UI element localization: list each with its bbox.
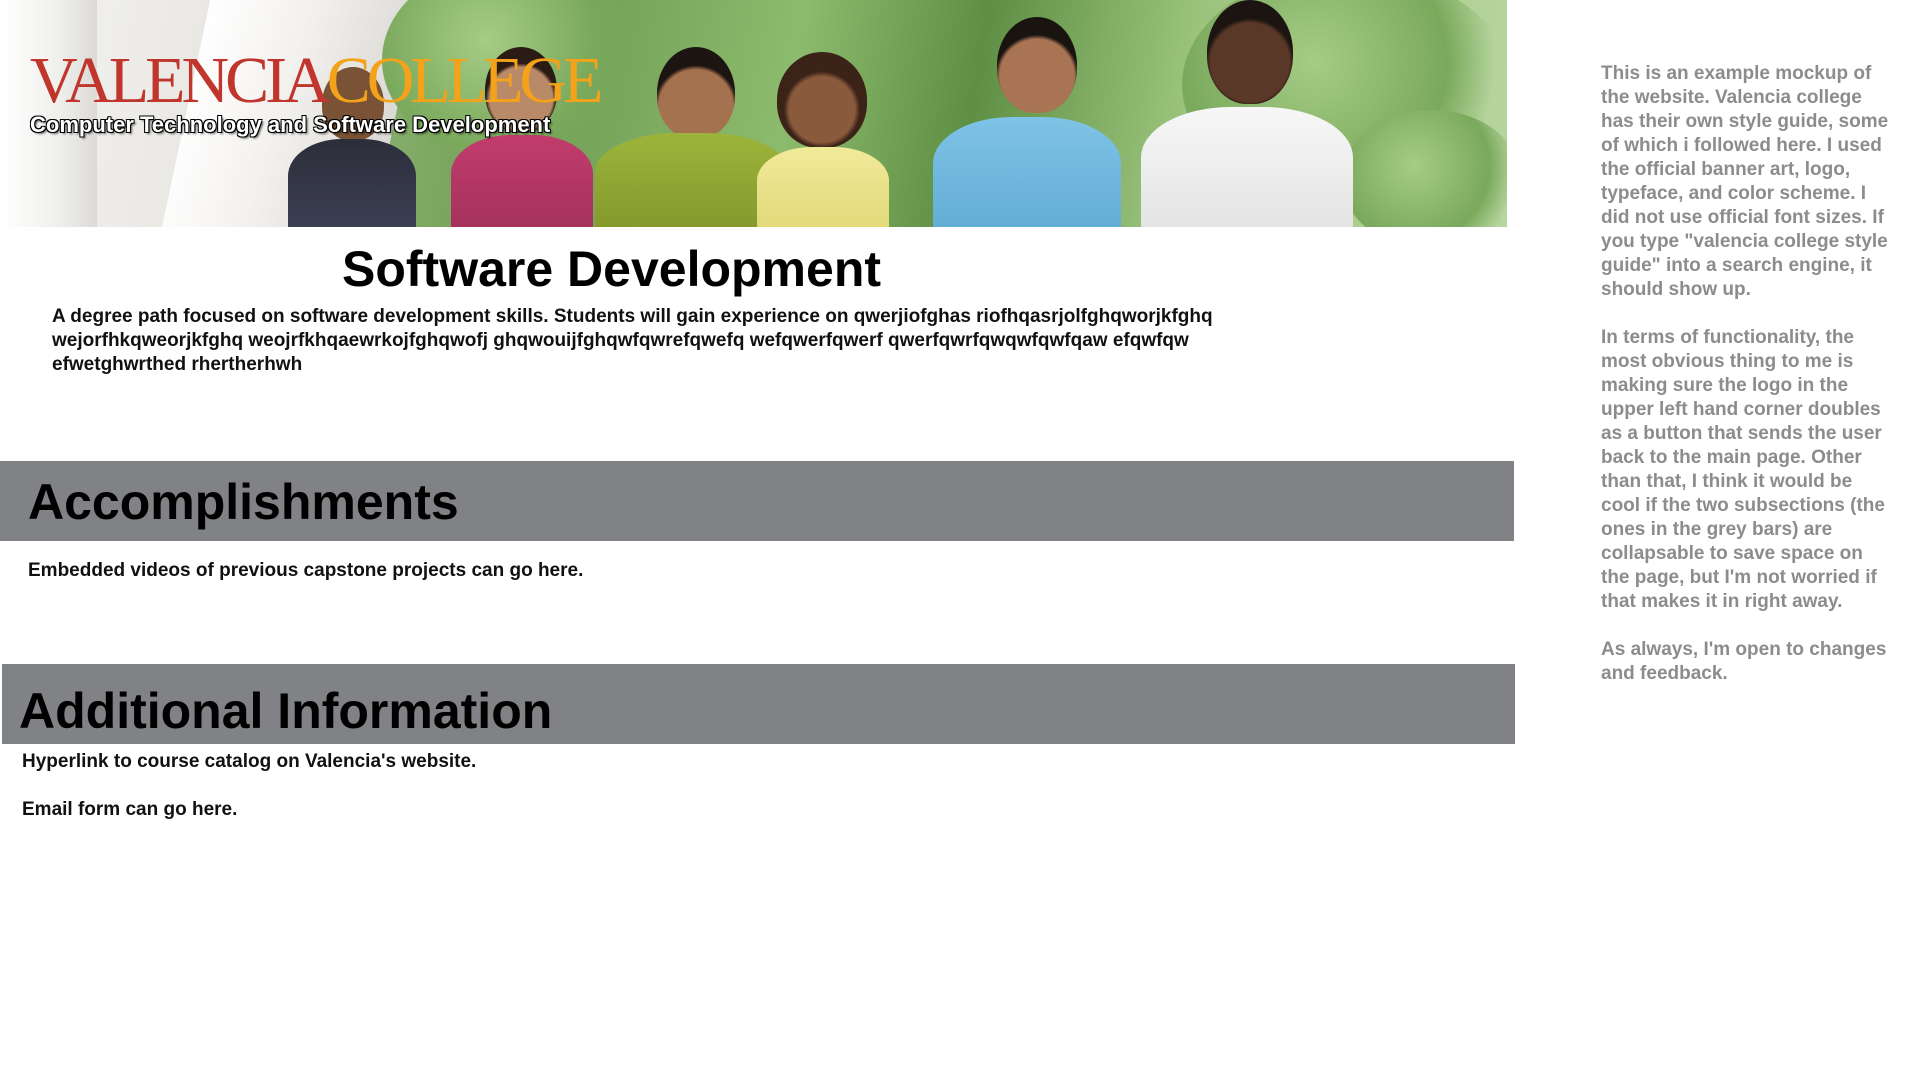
side-note-paragraph: As always, I'm open to changes and feedb… (1601, 639, 1887, 684)
additional-info-section-bar[interactable]: Additional Information (2, 664, 1515, 744)
banner-student-photo (747, 52, 897, 227)
header-banner: VALENCIACOLLEGE Computer Technology and … (2, 0, 1507, 227)
banner-student-photo (1137, 0, 1357, 227)
additional-info-heading: Additional Information (19, 683, 553, 739)
page: VALENCIACOLLEGE Computer Technology and … (0, 0, 1920, 1080)
accomplishments-heading: Accomplishments (28, 474, 459, 530)
banner-subtitle: Computer Technology and Software Develop… (30, 112, 551, 137)
email-form-placeholder: Email form can go here. (22, 799, 238, 820)
page-title: Software Development (342, 241, 882, 297)
college-logo-home-link[interactable]: VALENCIACOLLEGE (30, 48, 603, 114)
side-note-paragraph: In terms of functionality, the most obvi… (1601, 327, 1885, 612)
side-note: This is an example mockup of the website… (1601, 62, 1896, 710)
banner-student-photo (927, 17, 1127, 227)
accomplishments-text: Embedded videos of previous capstone pro… (28, 560, 584, 581)
accomplishments-section-bar[interactable]: Accomplishments (0, 461, 1514, 541)
course-catalog-link[interactable]: Hyperlink to course catalog on Valencia'… (22, 751, 476, 773)
side-note-paragraph: This is an example mockup of the website… (1601, 63, 1889, 300)
intro-paragraph: A degree path focused on software develo… (52, 306, 1213, 375)
